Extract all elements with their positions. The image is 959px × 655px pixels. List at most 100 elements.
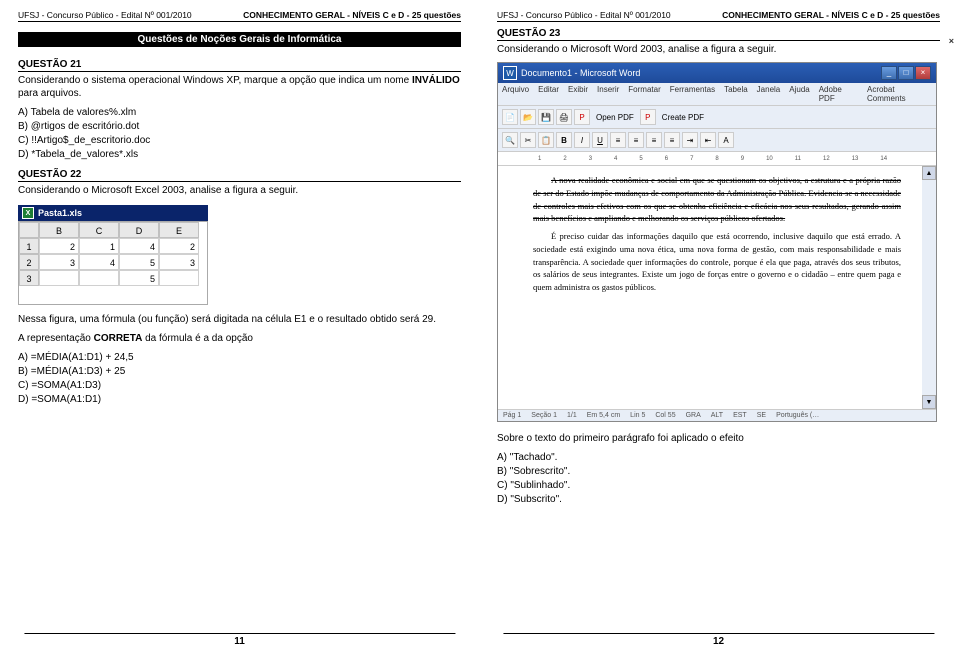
excel-cell: 1 [79, 238, 119, 254]
q23-opt-c: C) "Sublinhado". [497, 479, 940, 492]
section-title: Questões de Noções Gerais de Informática [18, 32, 461, 47]
font-color-icon[interactable]: A [718, 132, 734, 148]
ruler-tick: 2 [563, 156, 566, 162]
excel-title-bar: X Pasta1.xls [18, 205, 208, 221]
excel-cell: 4 [119, 238, 159, 254]
outdent-icon[interactable]: ⇤ [700, 132, 716, 148]
ruler-tick: 6 [665, 156, 668, 162]
q21-text-bold: INVÁLIDO [412, 75, 460, 86]
q23-opt-d: D) "Subscrito". [497, 493, 940, 506]
bold-icon[interactable]: B [556, 132, 572, 148]
status-se: SE [757, 412, 766, 419]
header-right: CONHECIMENTO GERAL - NÍVEIS C e D - 25 q… [243, 10, 461, 20]
align-center-icon[interactable]: ≡ [628, 132, 644, 148]
status-est: EST [733, 412, 747, 419]
word-paragraph-1: A nova realidade econômica e social em q… [533, 174, 901, 225]
cut-icon[interactable]: ✂ [520, 132, 536, 148]
doc-close-icon[interactable]: × [949, 36, 954, 46]
q23-after-text: Sobre o texto do primeiro parágrafo foi … [497, 432, 940, 445]
q22-opt-b: B) =MÉDIA(A1:D3) + 25 [18, 365, 461, 378]
ruler-tick: 7 [690, 156, 693, 162]
pdf-icon[interactable]: P [574, 109, 590, 125]
menu-inserir[interactable]: Inserir [597, 85, 619, 103]
q21-opt-d: D) *Tabela_de_valores*.xls [18, 148, 461, 161]
save-icon[interactable]: 💾 [538, 109, 554, 125]
open-pdf-label[interactable]: Open PDF [592, 113, 638, 122]
indent-icon[interactable]: ⇥ [682, 132, 698, 148]
align-justify-icon[interactable]: ≡ [664, 132, 680, 148]
word-paragraph-2: É preciso cuidar das informações daquilo… [533, 230, 901, 294]
word-toolbar-2: 🔍 ✂ 📋 B I U ≡ ≡ ≡ ≡ ⇥ ⇤ A [498, 129, 936, 152]
pdf-create-icon[interactable]: P [640, 109, 656, 125]
italic-icon[interactable]: I [574, 132, 590, 148]
word-title: Documento1 - Microsoft Word [521, 68, 640, 78]
excel-cell: 3 [39, 254, 79, 270]
page-right: UFSJ - Concurso Público - Edital Nº 001/… [479, 0, 958, 655]
q21-header: QUESTÃO 21 [18, 59, 461, 72]
status-secao: Seção 1 [531, 412, 557, 419]
q23-header: QUESTÃO 23 [497, 28, 940, 41]
menu-exibir[interactable]: Exibir [568, 85, 588, 103]
q21-text: Considerando o sistema operacional Windo… [18, 74, 461, 100]
header-line: UFSJ - Concurso Público - Edital Nº 001/… [497, 10, 940, 22]
vertical-scrollbar[interactable]: ▲ ▼ [922, 166, 936, 409]
word-document-area[interactable]: A nova realidade econômica e social em q… [498, 166, 936, 409]
close-button[interactable]: × [915, 66, 931, 80]
menu-adobe[interactable]: Adobe PDF [819, 85, 858, 103]
q23-opt-a: A) "Tachado". [497, 451, 940, 464]
word-ruler: 1 2 3 4 5 6 7 8 9 10 11 12 13 14 [498, 152, 936, 166]
ruler-tick: 9 [741, 156, 744, 162]
excel-cell: 5 [119, 270, 159, 286]
status-col: Col 55 [655, 412, 675, 419]
status-gra: GRA [686, 412, 701, 419]
menu-janela[interactable]: Janela [757, 85, 781, 103]
scroll-down-icon[interactable]: ▼ [922, 395, 936, 409]
menu-acrobat[interactable]: Acrobat Comments [867, 85, 932, 103]
align-left-icon[interactable]: ≡ [610, 132, 626, 148]
print-icon[interactable]: 🖨 [556, 109, 572, 125]
q23-opt-b: B) "Sobrescrito". [497, 465, 940, 478]
ruler-tick: 10 [766, 156, 773, 162]
excel-col-c: C [79, 222, 119, 238]
q23-options: A) "Tachado". B) "Sobrescrito". C) "Subl… [497, 451, 940, 506]
excel-cell [39, 270, 79, 286]
ruler-tick: 5 [639, 156, 642, 162]
scroll-up-icon[interactable]: ▲ [922, 166, 936, 180]
page-left: UFSJ - Concurso Público - Edital Nº 001/… [0, 0, 479, 655]
menu-ferramentas[interactable]: Ferramentas [670, 85, 715, 103]
word-toolbar-1: 📄 📂 💾 🖨 P Open PDF P Create PDF [498, 106, 936, 129]
copy-icon[interactable]: 📋 [538, 132, 554, 148]
ruler-tick: 4 [614, 156, 617, 162]
menu-tabela[interactable]: Tabela [724, 85, 748, 103]
menu-ajuda[interactable]: Ajuda [789, 85, 809, 103]
q21-opt-b: B) @rtigos de escritório.dot [18, 120, 461, 133]
excel-cell: 5 [119, 254, 159, 270]
open-icon[interactable]: 📂 [520, 109, 536, 125]
maximize-button[interactable]: □ [898, 66, 914, 80]
excel-row-1: 1 [19, 238, 39, 254]
status-pag: Pág 1 [503, 412, 521, 419]
menu-editar[interactable]: Editar [538, 85, 559, 103]
q21-text-a: Considerando o sistema operacional Windo… [18, 75, 412, 86]
excel-cell: 2 [39, 238, 79, 254]
menu-arquivo[interactable]: Arquivo [502, 85, 529, 103]
minimize-button[interactable]: _ [881, 66, 897, 80]
excel-col-e: E [159, 222, 199, 238]
align-right-icon[interactable]: ≡ [646, 132, 662, 148]
create-pdf-label[interactable]: Create PDF [658, 113, 708, 122]
ruler-tick: 13 [852, 156, 859, 162]
menu-formatar[interactable]: Formatar [628, 85, 660, 103]
status-count: 1/1 [567, 412, 577, 419]
excel-col-b: B [39, 222, 79, 238]
q22-opt-c: C) =SOMA(A1:D3) [18, 379, 461, 392]
zoom-icon[interactable]: 🔍 [502, 132, 518, 148]
q22-opt-d: D) =SOMA(A1:D1) [18, 393, 461, 406]
excel-cell [79, 270, 119, 286]
underline-icon[interactable]: U [592, 132, 608, 148]
excel-row-2: 2 [19, 254, 39, 270]
header-right: CONHECIMENTO GERAL - NÍVEIS C e D - 25 q… [722, 10, 940, 20]
word-statusbar: Pág 1 Seção 1 1/1 Em 5,4 cm Lin 5 Col 55… [498, 409, 936, 421]
new-doc-icon[interactable]: 📄 [502, 109, 518, 125]
word-menubar: Arquivo Editar Exibir Inserir Formatar F… [498, 83, 936, 106]
q22-header: QUESTÃO 22 [18, 169, 461, 182]
